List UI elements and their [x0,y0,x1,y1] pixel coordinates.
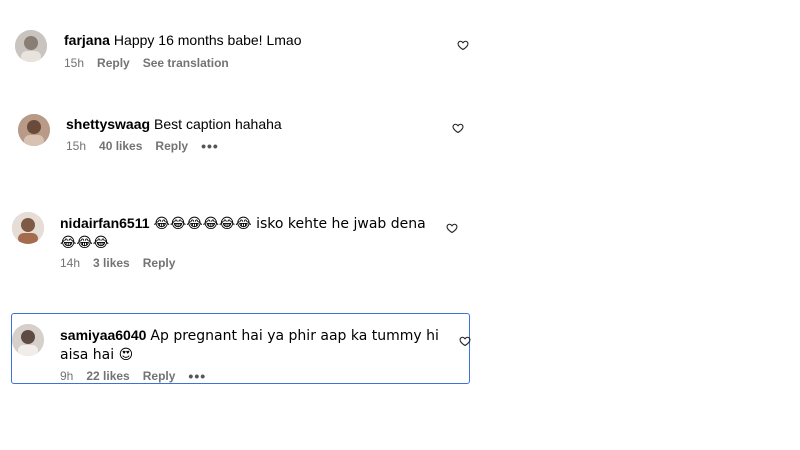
heart-icon[interactable] [459,335,471,347]
comment-text: Best caption hahaha [154,116,282,132]
comment-username[interactable]: nidairfan6511 [60,215,150,231]
reply-button[interactable]: Reply [143,369,176,383]
reply-button[interactable]: Reply [155,139,188,153]
heart-icon[interactable] [446,222,458,234]
reply-button[interactable]: Reply [143,256,176,270]
likes-count[interactable]: 40 likes [99,139,142,153]
comment-time: 9h [60,369,74,383]
more-options-icon[interactable]: ••• [201,139,219,153]
comment-username[interactable]: farjana [64,32,110,48]
avatar[interactable] [15,30,47,62]
likes-count[interactable]: 22 likes [86,369,129,383]
more-options-icon[interactable]: ••• [188,369,206,383]
likes-count[interactable]: 3 likes [93,256,130,270]
comment-time: 14h [60,256,81,270]
comment-username[interactable]: shettyswaag [66,116,150,132]
heart-icon[interactable] [457,39,469,51]
comment-meta: 14h 3 likes Reply [60,256,175,270]
comment-meta: 15h Reply See translation [64,56,229,70]
comment-meta: 15h 40 likes Reply ••• [66,139,219,153]
avatar[interactable] [18,114,50,146]
see-translation-button[interactable]: See translation [143,56,229,70]
comment-username[interactable]: samiyaa6040 [60,327,146,343]
comment-text: Happy 16 months babe! Lmao [113,32,302,48]
heart-icon[interactable] [452,122,464,134]
avatar[interactable] [12,212,44,244]
comment-time: 15h [66,139,87,153]
comment-meta: 9h 22 likes Reply ••• [60,369,206,383]
reply-button[interactable]: Reply [97,56,130,70]
avatar[interactable] [12,324,44,356]
comment-time: 15h [64,56,85,70]
